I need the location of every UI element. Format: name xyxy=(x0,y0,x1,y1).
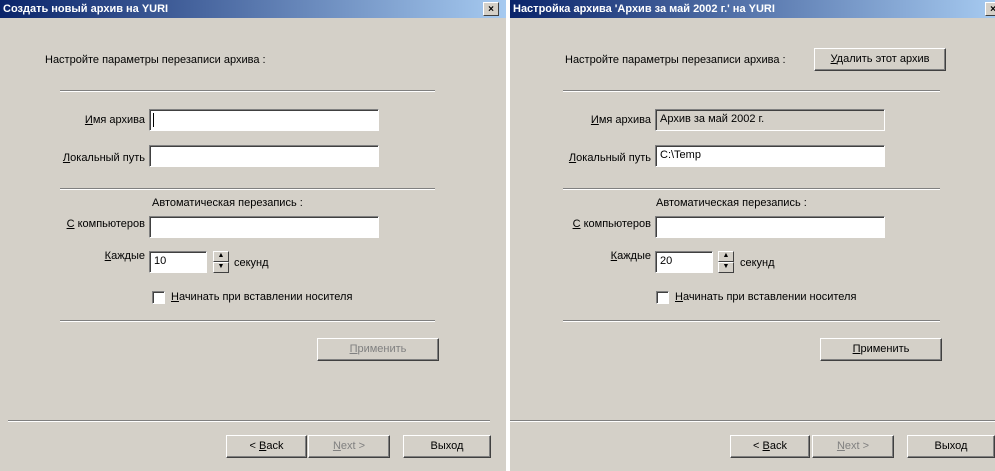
local-path-label: Локальный путь xyxy=(62,152,145,164)
close-icon[interactable]: × xyxy=(985,2,995,16)
start-on-insert-checkbox[interactable] xyxy=(656,291,669,304)
separator xyxy=(563,320,940,322)
separator xyxy=(563,90,940,92)
back-button[interactable]: < Back xyxy=(730,435,810,458)
spin-up-icon[interactable]: ▲ xyxy=(718,251,734,262)
every-label: Каждые xyxy=(610,250,651,262)
interval-input[interactable]: 10 xyxy=(149,251,207,273)
dialog-title: Настройка архива 'Архив за май 2002 г.' … xyxy=(513,3,775,15)
separator xyxy=(510,420,995,422)
separator xyxy=(8,420,490,422)
spin-down-icon[interactable]: ▼ xyxy=(718,262,734,273)
seconds-label: секунд xyxy=(740,257,775,269)
exit-button[interactable]: Выход xyxy=(403,435,491,458)
text-caret xyxy=(153,113,154,127)
archive-name-input: Архив за май 2002 г. xyxy=(655,109,885,131)
local-path-label: Локальный путь xyxy=(568,152,651,164)
title-bar[interactable]: Настройка архива 'Архив за май 2002 г.' … xyxy=(510,0,995,18)
back-button[interactable]: < Back xyxy=(226,435,307,458)
separator xyxy=(60,90,435,92)
interval-input[interactable]: 20 xyxy=(655,251,713,273)
archive-name-input[interactable] xyxy=(149,109,379,131)
start-on-insert-label: Начинать при вставлении носителя xyxy=(171,291,353,303)
separator xyxy=(60,320,435,322)
dialog-title: Создать новый архив на YURI xyxy=(3,3,169,15)
interval-spinner[interactable]: ▲ ▼ xyxy=(213,251,229,273)
separator xyxy=(563,188,940,190)
start-on-insert-checkbox[interactable] xyxy=(152,291,165,304)
from-computers-input[interactable] xyxy=(149,216,379,238)
title-bar[interactable]: Создать новый архив на YURI xyxy=(0,0,506,18)
exit-button[interactable]: Выход xyxy=(907,435,995,458)
local-path-input[interactable] xyxy=(149,145,379,167)
from-computers-input[interactable] xyxy=(655,216,885,238)
edit-archive-dialog: Настройка архива 'Архив за май 2002 г.' … xyxy=(510,0,995,471)
separator xyxy=(60,188,435,190)
auto-rewrite-label: Автоматическая перезапись : xyxy=(656,197,807,209)
create-archive-dialog: Создать новый архив на YURI × Настройте … xyxy=(0,0,506,471)
local-path-input[interactable]: C:\Temp xyxy=(655,145,885,167)
from-computers-label: С компьютеров xyxy=(66,218,145,230)
interval-spinner[interactable]: ▲ ▼ xyxy=(718,251,734,273)
next-button[interactable]: Next > xyxy=(812,435,894,458)
close-icon[interactable]: × xyxy=(483,2,499,16)
intro-text: Настройте параметры перезаписи архива : xyxy=(565,54,786,66)
auto-rewrite-label: Автоматическая перезапись : xyxy=(152,197,303,209)
apply-button[interactable]: Применить xyxy=(317,338,439,361)
apply-button[interactable]: Применить xyxy=(820,338,942,361)
seconds-label: секунд xyxy=(234,257,269,269)
from-computers-label: С компьютеров xyxy=(572,218,651,230)
spin-up-icon[interactable]: ▲ xyxy=(213,251,229,262)
spin-down-icon[interactable]: ▼ xyxy=(213,262,229,273)
intro-text: Настройте параметры перезаписи архива : xyxy=(45,54,266,66)
every-label: Каждые xyxy=(104,250,145,262)
archive-name-label: Имя архива xyxy=(84,114,145,126)
start-on-insert-label: Начинать при вставлении носителя xyxy=(675,291,857,303)
archive-name-label: Имя архива xyxy=(590,114,651,126)
next-button[interactable]: Next > xyxy=(308,435,390,458)
delete-archive-button[interactable]: Удалить этот архив xyxy=(814,48,946,71)
